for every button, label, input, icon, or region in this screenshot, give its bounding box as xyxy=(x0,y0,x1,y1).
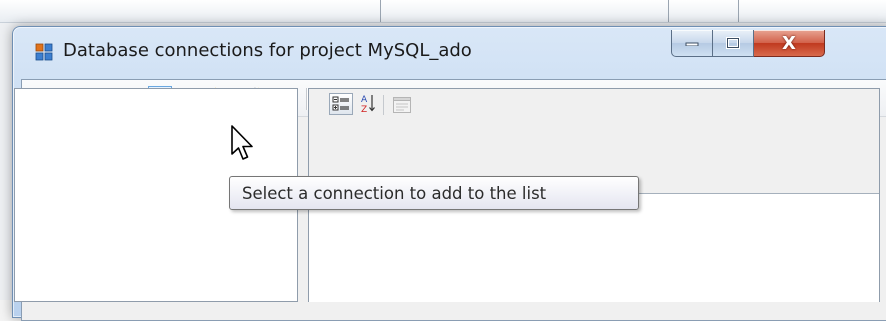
svg-text:A: A xyxy=(361,95,368,105)
maximize-button[interactable] xyxy=(713,30,754,57)
background-divider xyxy=(380,0,381,22)
background-divider xyxy=(668,0,669,22)
close-button[interactable]: X xyxy=(754,30,825,57)
tooltip-text: Select a connection to add to the list xyxy=(242,183,547,203)
property-pages-icon xyxy=(393,97,411,113)
svg-text:Z: Z xyxy=(361,105,367,113)
minimize-icon xyxy=(685,42,699,46)
minimize-button[interactable] xyxy=(671,30,713,57)
property-pages-button[interactable] xyxy=(391,95,413,115)
alphabetical-button[interactable]: A Z xyxy=(357,93,379,113)
categorized-icon xyxy=(332,96,349,111)
caption-buttons: X xyxy=(671,30,825,58)
window-title: Database connections for project MySQL_a… xyxy=(63,40,472,61)
close-icon: X xyxy=(782,32,796,54)
alphabetical-icon: A Z xyxy=(361,95,375,113)
background-toolbar xyxy=(0,0,886,23)
app-icon xyxy=(35,43,53,61)
categorized-button[interactable] xyxy=(329,93,353,115)
toolbar-separator xyxy=(306,88,307,110)
property-toolbar: A Z xyxy=(309,89,879,155)
background-divider xyxy=(738,0,739,22)
maximize-icon xyxy=(726,37,740,49)
property-toolbar-separator xyxy=(383,95,384,115)
mouse-cursor-icon xyxy=(229,124,257,164)
tooltip: Select a connection to add to the list xyxy=(229,176,639,210)
title-bar[interactable]: Database connections for project MySQL_a… xyxy=(13,27,886,79)
